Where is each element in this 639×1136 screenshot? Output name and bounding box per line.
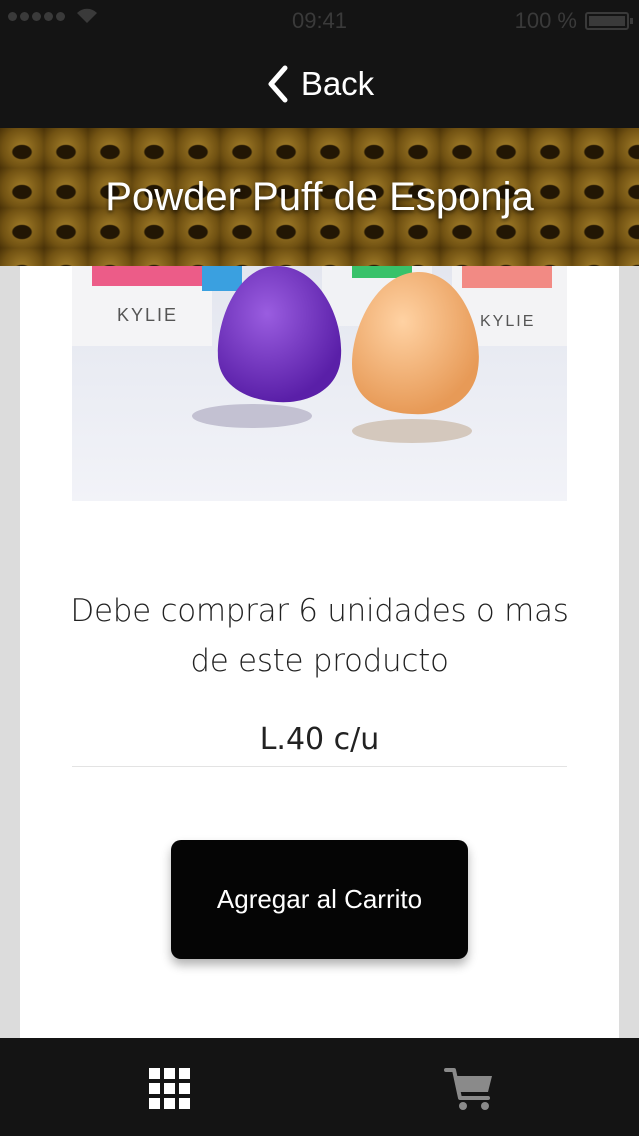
title-banner: Powder Puff de Esponja: [0, 128, 639, 266]
product-price: L.40 c/u: [259, 722, 380, 757]
tab-bar: [0, 1038, 639, 1136]
status-bar: 09:41 100 %: [0, 0, 639, 40]
product-image: KYLIE KYLIE: [72, 266, 567, 501]
chevron-left-icon: [268, 65, 288, 103]
product-detail-card: KYLIE KYLIE Debe comprar 6 unidades o ma…: [20, 266, 619, 1038]
battery-icon: [585, 12, 633, 30]
add-to-cart-button[interactable]: Agregar al Carrito: [171, 840, 468, 959]
back-label: Back: [300, 65, 375, 102]
minimum-quantity-notice: Debe comprar 6 unidades o mas de este pr…: [70, 593, 569, 679]
page-title: Powder Puff de Esponja: [105, 174, 534, 219]
back-button[interactable]: Back: [267, 65, 374, 103]
product-photo: KYLIE KYLIE: [72, 266, 567, 501]
cart-icon[interactable]: [444, 1064, 494, 1114]
battery-percent: 100 %: [514, 8, 577, 33]
nav-bar: Back: [0, 40, 639, 128]
divider: [72, 766, 567, 767]
kylie-box-label: KYLIE: [480, 313, 535, 330]
kylie-box-label: KYLIE: [117, 305, 178, 325]
grid-icon[interactable]: [149, 1068, 191, 1110]
